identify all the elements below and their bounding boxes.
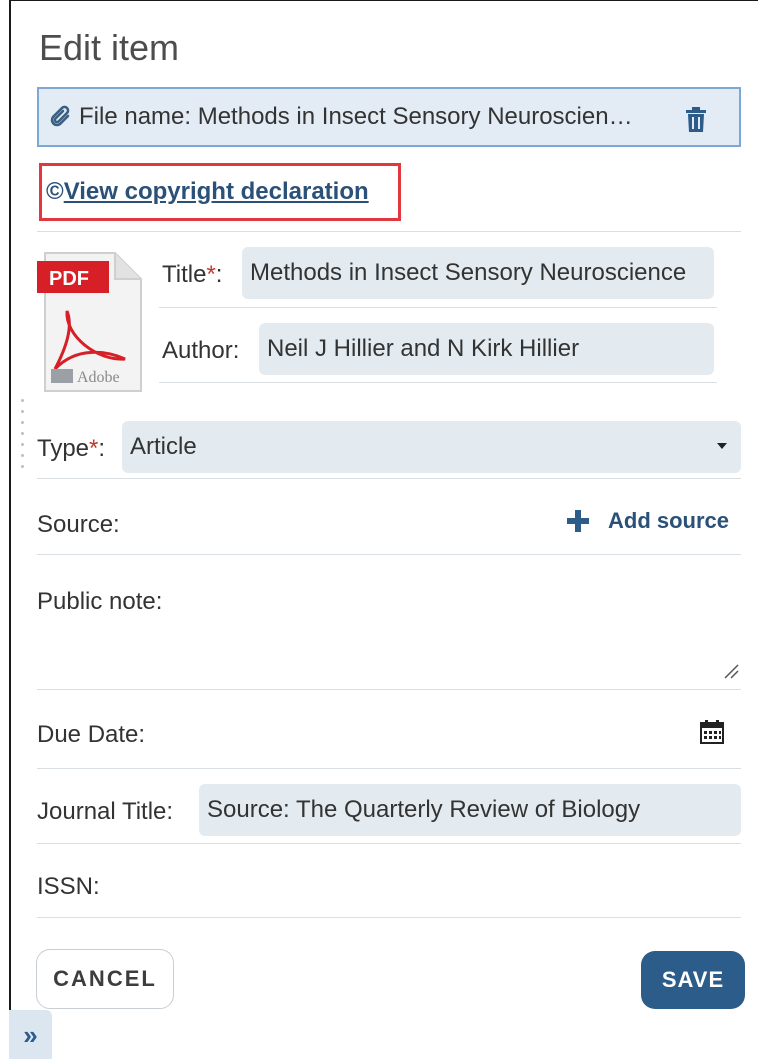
title-label: Title*:: [162, 261, 223, 288]
divider: [159, 382, 717, 383]
journal-title-field[interactable]: Source: The Quarterly Review of Biology: [199, 784, 741, 836]
adobe-caption: Adobe: [77, 369, 120, 386]
add-source-label: Add source: [608, 508, 730, 533]
divider: [37, 689, 741, 690]
type-label: Type*:: [37, 435, 106, 462]
save-button[interactable]: SAVE: [641, 951, 745, 1009]
journal-title-label: Journal Title:: [37, 798, 174, 825]
copyright-declaration-highlight: © View copyright declaration: [39, 163, 401, 221]
calendar-icon[interactable]: [699, 719, 725, 745]
paperclip-icon: [47, 102, 77, 132]
plus-icon: [567, 510, 589, 532]
trash-icon[interactable]: [685, 107, 709, 133]
divider: [37, 231, 741, 232]
divider: [37, 554, 741, 555]
divider: [37, 843, 741, 844]
type-select[interactable]: Article: [122, 421, 741, 473]
file-name-label: File name: Methods in Insect Sensory Neu…: [79, 103, 633, 130]
author-label: Author:: [162, 337, 240, 364]
drag-handle[interactable]: [21, 399, 25, 489]
divider: [37, 478, 741, 479]
edit-item-panel: Edit item File name: Methods in Insect S…: [9, 0, 758, 1059]
author-field[interactable]: Neil J Hillier and N Kirk Hillier: [259, 323, 714, 375]
cancel-button[interactable]: CANCEL: [36, 949, 174, 1009]
double-chevron-right-icon: »: [23, 1019, 38, 1050]
page-title: Edit item: [39, 27, 180, 68]
issn-label: ISSN:: [37, 873, 100, 900]
add-source-button[interactable]: Add source: [566, 508, 729, 534]
divider: [159, 307, 717, 308]
copyright-icon: ©: [46, 178, 64, 205]
source-label: Source:: [37, 511, 120, 538]
file-name-bar: File name: Methods in Insect Sensory Neu…: [37, 87, 741, 147]
divider: [37, 917, 741, 918]
title-field[interactable]: Methods in Insect Sensory Neuroscience: [242, 247, 714, 299]
view-copyright-link[interactable]: View copyright declaration: [64, 178, 369, 206]
divider: [37, 768, 741, 769]
chevron-down-icon: [717, 443, 727, 449]
resize-handle-icon[interactable]: [723, 663, 739, 679]
pdf-badge: PDF: [49, 268, 89, 290]
pdf-icon: Adobe PDF: [37, 251, 143, 393]
expand-panel-button[interactable]: »: [9, 1010, 52, 1059]
due-date-label: Due Date:: [37, 721, 146, 748]
public-note-textarea[interactable]: [37, 561, 741, 687]
